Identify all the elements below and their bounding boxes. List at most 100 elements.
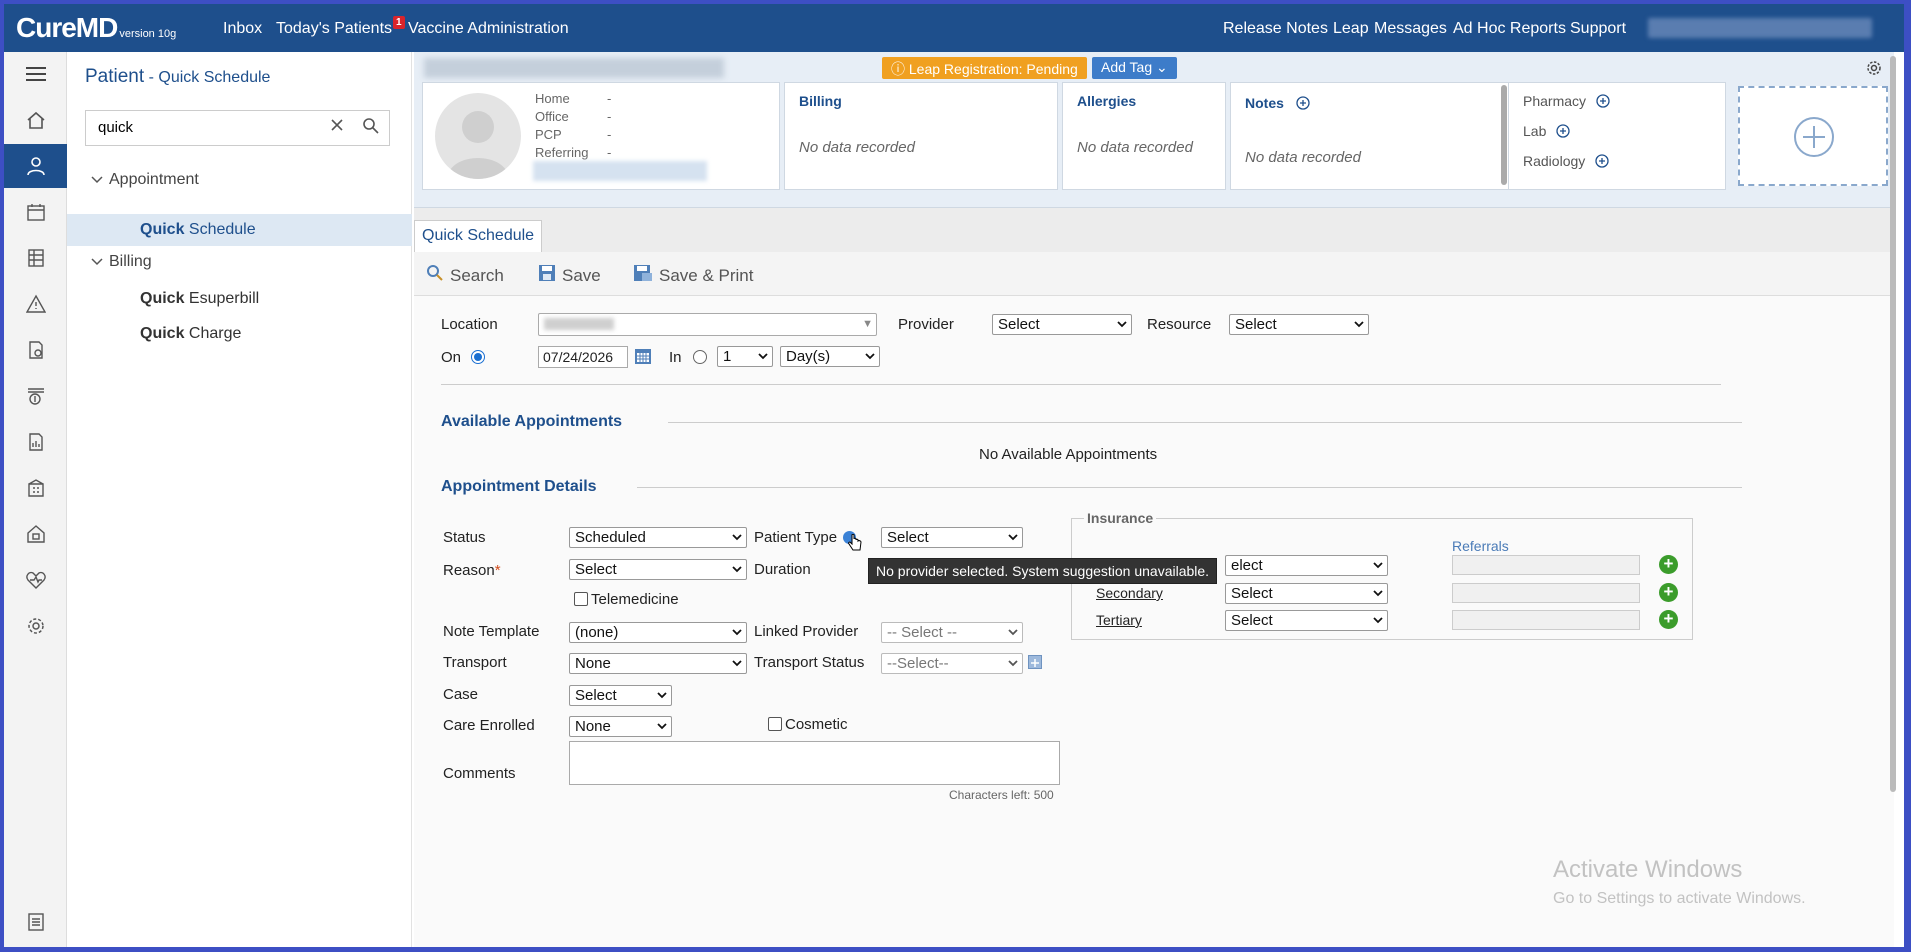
page-title-main: Patient [85,66,145,87]
expand-icon[interactable] [1028,655,1042,669]
tree-group-billing[interactable]: Billing [91,253,152,271]
nav-vaccine-administration[interactable]: Vaccine Administration [408,20,569,38]
reason-label: Reason* [443,562,501,579]
tree-item-quick-esuperbill[interactable]: Quick Esuperbill [67,283,412,315]
care-enrolled-label: Care Enrolled [443,717,535,734]
calendar-icon[interactable] [4,190,67,234]
page-scrollbar[interactable] [1890,56,1896,792]
practice-icon[interactable] [4,512,67,556]
nav-adhoc-reports[interactable]: Ad Hoc Reports [1453,20,1566,38]
primary-referral-field[interactable] [1452,555,1640,575]
add-tag-button[interactable]: Add Tag ⌄ [1092,57,1177,79]
home-icon[interactable] [4,98,67,142]
tertiary-referral-field[interactable] [1452,610,1640,630]
secondary-insurance-select[interactable]: Select [1225,583,1388,604]
in-unit-select[interactable]: Day(s) [780,346,880,367]
alert-icon[interactable] [4,282,67,326]
location-select[interactable]: ▼ [538,313,877,336]
transport-select[interactable]: None [569,653,747,674]
telemedicine-checkbox[interactable] [574,592,588,606]
chevron-down-icon [91,171,109,189]
telemedicine-label: Telemedicine [591,591,679,608]
allergies-card[interactable]: Allergies No data recorded [1062,82,1226,190]
status-select[interactable]: Scheduled [569,527,747,548]
billing-card[interactable]: Billing No data recorded [784,82,1058,190]
curemd-logo[interactable]: CureMD version 10g [16,12,176,44]
tree-item-quick-schedule[interactable]: Quick Schedule [67,214,412,246]
tree-group-appointment[interactable]: Appointment [91,171,199,189]
nav-support[interactable]: Support [1570,20,1626,38]
contact-referring: Referring - [535,145,611,160]
chevron-down-icon [1372,586,1384,603]
search-icon[interactable] [362,117,380,139]
add-widget-button[interactable] [1738,86,1888,186]
note-template-select[interactable]: (none) [569,622,747,643]
reason-label-text: Reason [443,562,495,579]
in-period-radio[interactable] [693,350,707,364]
redacted-field [533,161,707,181]
characters-left: Characters left: 500 [949,788,1054,802]
menu-search-input[interactable] [98,119,318,136]
add-primary-referral-icon[interactable]: + [1659,555,1678,574]
allergies-empty: No data recorded [1077,139,1193,156]
resource-select[interactable]: Select [1229,314,1369,335]
tab-quick-schedule[interactable]: Quick Schedule [414,220,543,252]
settings-icon[interactable] [4,604,67,648]
primary-insurance-select[interactable]: elect [1225,555,1388,576]
status-label: Status [443,529,486,546]
tertiary-insurance-select[interactable]: Select [1225,610,1388,631]
leap-status-badge[interactable]: ⓘ Leap Registration: Pending [882,57,1087,79]
building-icon[interactable] [4,466,67,510]
add-tertiary-referral-icon[interactable]: + [1659,610,1678,629]
case-select[interactable]: Select [569,685,672,706]
location-value-redacted [544,318,614,330]
cosmetic-checkbox[interactable] [768,717,782,731]
secondary-insurance-link[interactable]: Secondary [1096,585,1163,601]
menu-icon[interactable] [4,52,67,96]
reason-select[interactable]: Select [569,559,747,580]
add-pharmacy-icon[interactable] [1596,94,1610,111]
notes-card: Notes No data recorded [1230,82,1510,190]
date-input[interactable]: 07/24/2026 [538,346,628,368]
billing-icon[interactable] [4,374,67,418]
add-lab-icon[interactable] [1556,124,1570,141]
save-print-button[interactable]: Save & Print [633,264,754,287]
provider-select[interactable]: Select [992,314,1132,335]
claims-icon[interactable] [4,328,67,372]
nav-leap[interactable]: Leap [1333,20,1369,38]
health-icon[interactable] [4,558,67,602]
nav-inbox[interactable]: Inbox [223,20,262,38]
care-enrolled-select[interactable]: None [569,716,672,737]
nav-messages[interactable]: Messages [1374,20,1447,38]
secondary-referral-field[interactable] [1452,583,1640,603]
chart-icon[interactable] [4,236,67,280]
lab-row: Lab [1523,123,1570,141]
reports-icon[interactable] [4,420,67,464]
linked-provider-select[interactable]: -- Select -- [881,622,1023,643]
notes-scrollbar[interactable] [1501,85,1507,185]
chevron-down-icon [1007,530,1019,547]
user-menu[interactable] [1648,18,1872,38]
in-count-select[interactable]: 1 [717,346,773,367]
transport-status-select[interactable]: --Select-- [881,653,1023,674]
save-button[interactable]: Save [538,264,601,287]
nav-release-notes[interactable]: Release Notes [1223,20,1328,38]
nav-todays-patients[interactable]: Today's Patients 1 [276,16,405,38]
on-date-radio[interactable] [471,350,485,364]
clear-search-icon[interactable] [329,117,345,137]
add-radiology-icon[interactable] [1595,154,1609,171]
comments-textarea[interactable] [569,741,1060,785]
document-icon[interactable] [4,900,67,944]
chevron-down-icon [864,349,876,366]
add-note-icon[interactable] [1296,96,1310,113]
available-appointments-title: Available Appointments [441,413,623,430]
add-secondary-referral-icon[interactable]: + [1659,583,1678,602]
patient-icon[interactable] [4,144,67,188]
search-button[interactable]: Search [426,264,504,287]
tertiary-insurance-link[interactable]: Tertiary [1096,612,1142,628]
patient-type-select[interactable]: Select [881,527,1023,548]
gear-icon[interactable] [1866,60,1882,80]
calendar-picker-icon[interactable] [634,347,652,369]
chevron-down-icon [731,656,743,673]
tree-item-quick-charge[interactable]: Quick Charge [67,318,412,350]
